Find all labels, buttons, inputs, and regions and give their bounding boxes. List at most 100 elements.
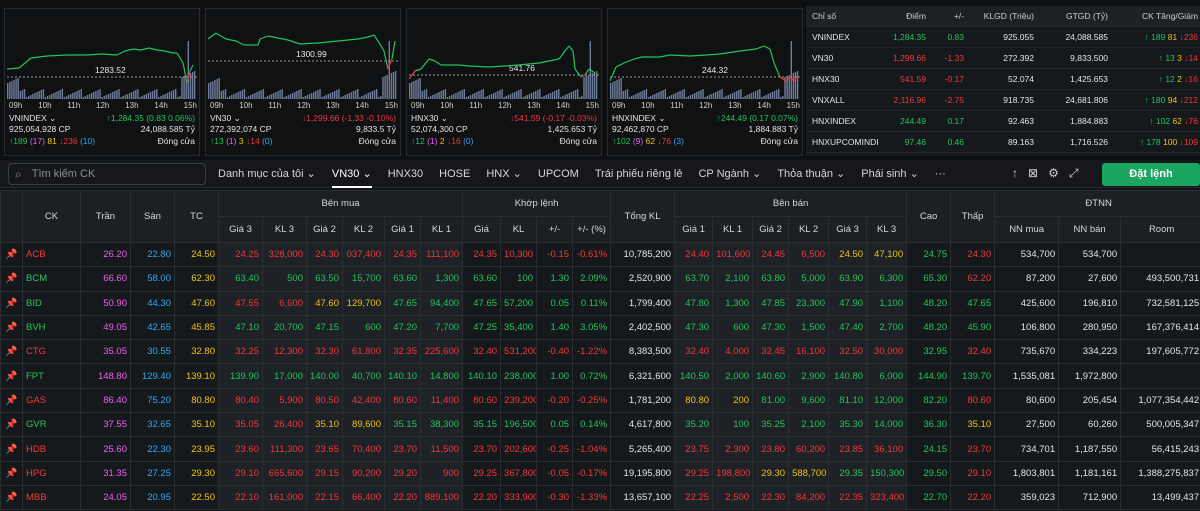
cell-ck[interactable]: ACB	[22, 241, 81, 268]
tab-1[interactable]: VN30 ⌄	[331, 160, 372, 188]
volume-bar	[574, 90, 577, 99]
tab-10[interactable]: ···	[935, 160, 946, 188]
header-room[interactable]: Room	[1120, 216, 1200, 243]
header-ck[interactable]: CK	[22, 190, 81, 243]
expand-icon[interactable]: ⤢	[1069, 166, 1079, 181]
header-match-pct[interactable]: +/- (%)	[572, 216, 612, 243]
header-tran[interactable]: Trần	[80, 190, 131, 243]
header-sell-g1[interactable]: Giá 1	[674, 216, 714, 243]
tab-8[interactable]: Thỏa thuận ⌄	[777, 160, 845, 188]
tab-4[interactable]: HNX ⌄	[486, 160, 522, 188]
pin-icon[interactable]: 📌	[0, 387, 23, 414]
stock-row[interactable]: 📌 GAS 86.40 75.20 80.80 80.40 5,900 80.50 42,400…	[0, 387, 1200, 414]
volume-bar	[304, 96, 306, 99]
cell-ck[interactable]: GVR	[22, 412, 81, 438]
header-sell-g3[interactable]: Giá 3	[828, 216, 868, 243]
index-chart-card-hnx30[interactable]: 541.76 09h 10h 11h 12h 13h 14h 15h HNX30 ⌄ ↓541.…	[406, 8, 602, 156]
stock-row[interactable]: 📌 HPG 31.35 27.25 29.30 29.10 665,600 29.15 90,2…	[0, 460, 1200, 486]
header-san[interactable]: Sàn	[130, 190, 175, 243]
gear-icon[interactable]: ⚙	[1048, 166, 1059, 181]
search-input[interactable]: ⌕ Tìm kiếm CK	[8, 163, 206, 185]
header-tc[interactable]: TC	[174, 190, 219, 243]
volume-bar	[279, 90, 281, 99]
cell-buy-kl2: 600	[342, 314, 385, 341]
volume-bar	[558, 89, 560, 99]
header-thap[interactable]: Thấp	[950, 190, 996, 243]
stock-row[interactable]: 📌 GVR 37.55 32.65 35.10 35.05 26,400 35.10 89,60…	[0, 412, 1200, 438]
index-table-row[interactable]: VN30 1,299.66 -1.33 272.392 9,833.500 ↑ …	[806, 48, 1200, 69]
pin-icon[interactable]: 📌	[0, 412, 23, 438]
price-line-segment	[7, 67, 20, 70]
arrow-up-icon[interactable]: ↑	[1012, 166, 1018, 181]
cell-ck[interactable]: FPT	[22, 363, 81, 389]
place-order-button[interactable]: Đặt lệnh	[1102, 163, 1200, 186]
index-chart-card-vnindex[interactable]: 1283.52 09h 10h 11h 12h 13h 14h 15h VNINDEX ⌄ ↑1…	[4, 8, 200, 156]
stock-row[interactable]: 📌 MBB 24.05 20.95 22.50 22.10 161,000 22.15 66,4…	[0, 484, 1200, 511]
pin-icon[interactable]: 📌	[0, 460, 23, 486]
cell-match-pct: 2.09%	[572, 266, 612, 292]
header-sell-kl1[interactable]: KL 1	[712, 216, 754, 243]
tab-2[interactable]: HNX30	[388, 160, 423, 188]
pin-icon[interactable]: 📌	[0, 266, 23, 292]
header-buy-g1[interactable]: Giá 1	[384, 216, 421, 243]
pin-icon[interactable]: 📌	[0, 241, 23, 268]
tab-9[interactable]: Phái sinh ⌄	[861, 160, 919, 188]
stock-row[interactable]: 📌 HDB 25.60 22.30 23.95 23.60 111,300 23.65 70,4…	[0, 436, 1200, 462]
header-match-price[interactable]: Giá	[462, 216, 502, 243]
cell-ck[interactable]: BVH	[22, 314, 81, 341]
header-sell-kl2[interactable]: KL 2	[788, 216, 830, 243]
index-table-row[interactable]: HNX30 541.59 -0.17 52.074 1,425.653 ↑ 12…	[806, 69, 1200, 90]
chevron-down-icon: ⌄	[233, 113, 241, 123]
index-table-row[interactable]: HNXUPCOMINDI 97.46 0.46 89.163 1,716.526…	[806, 132, 1200, 153]
header-cao[interactable]: Cao	[906, 190, 952, 243]
tab-7[interactable]: CP Ngành ⌄	[698, 160, 761, 188]
index-table-row[interactable]: VNINDEX 1,284.35 0.83 925.055 24,088.585…	[806, 27, 1200, 48]
pin-icon[interactable]: 📌	[0, 363, 23, 389]
cell-ck[interactable]: BID	[22, 290, 81, 316]
volume-bar	[442, 90, 444, 99]
stock-row[interactable]: 📌 FPT 148.80 129.40 139.10 139.90 17,000 140.00…	[0, 363, 1200, 389]
tab-5[interactable]: UPCOM	[538, 160, 579, 188]
header-buy-g2[interactable]: Giá 2	[306, 216, 343, 243]
cell-ck[interactable]: HDB	[22, 436, 81, 462]
pin-icon[interactable]: 📌	[0, 436, 23, 462]
stock-row[interactable]: 📌 BID 50.90 44.30 47.60 47.55 6,600 47.60 129,70…	[0, 290, 1200, 316]
pin-icon[interactable]: 📌	[0, 290, 23, 316]
stock-row[interactable]: 📌 BCM 66.60 58.00 62.30 63.40 500 63.50 15,700 63…	[0, 266, 1200, 292]
header-buy-kl2[interactable]: KL 2	[342, 216, 385, 243]
header-buy-g3[interactable]: Giá 3	[218, 216, 263, 243]
unchanged-count: 62	[645, 136, 656, 146]
stock-row[interactable]: 📌 BVH 49.05 42.65 45.85 47.10 20,700 47.15 600 47…	[0, 314, 1200, 341]
tab-6[interactable]: Trái phiếu riêng lẻ	[595, 160, 683, 188]
header-buy-kl1[interactable]: KL 1	[419, 216, 464, 243]
header-tongkl[interactable]: Tổng KL	[610, 190, 676, 243]
index-chart-card-vn30[interactable]: 1300.99 09h 10h 11h 12h 13h 14h 15h VN30 ⌄ ↓1,29…	[205, 8, 401, 156]
cell-ck[interactable]: MBB	[22, 484, 81, 511]
volume-bar	[352, 91, 355, 99]
pin-icon[interactable]: 📌	[0, 314, 23, 341]
cell-thap: 80.60	[950, 387, 996, 414]
header-match-kl[interactable]: KL	[500, 216, 538, 243]
header-sell-kl3[interactable]: KL 3	[866, 216, 908, 243]
cell-ck[interactable]: GAS	[22, 387, 81, 414]
index-change-line: ↑1,284.35 (0.83 0.06%)	[107, 113, 195, 124]
index-chart-card-hnxindex[interactable]: 244.32 09h 10h 11h 12h 13h 14h 15h HNXINDEX ⌄ ↑2…	[607, 8, 803, 156]
index-table-row[interactable]: VNXALL 2,116.96 -2.75 918.735 24,681.806…	[806, 90, 1200, 111]
pin-icon[interactable]: 📌	[0, 339, 23, 365]
header-sell-g2[interactable]: Giá 2	[752, 216, 790, 243]
time-tick: 12h	[297, 101, 311, 110]
header-buy-kl3[interactable]: KL 3	[262, 216, 307, 243]
cell-ck[interactable]: BCM	[22, 266, 81, 292]
tab-0[interactable]: Danh mục của tôi ⌄	[218, 160, 316, 188]
header-nn-ban[interactable]: NN bán	[1058, 216, 1122, 243]
index-table-row[interactable]: HNXINDEX 244.49 0.17 92.463 1,884.883 ↑ …	[806, 111, 1200, 132]
tab-3[interactable]: HOSE	[439, 160, 470, 188]
stock-row[interactable]: 📌 CTG 35.05 30.55 32.80 32.25 12,300 32.30 61,80…	[0, 339, 1200, 365]
cell-ck[interactable]: CTG	[22, 339, 81, 365]
stock-row[interactable]: 📌 ACB 26.20 22.80 24.50 24.25 328,000 24.30 037,…	[0, 241, 1200, 268]
header-match-chg[interactable]: +/-	[536, 216, 574, 243]
cell-ck[interactable]: HPG	[22, 460, 81, 486]
pin-icon[interactable]: 📌	[0, 484, 23, 511]
header-nn-mua[interactable]: NN mua	[994, 216, 1060, 243]
excel-icon[interactable]: ⊠	[1028, 166, 1038, 181]
